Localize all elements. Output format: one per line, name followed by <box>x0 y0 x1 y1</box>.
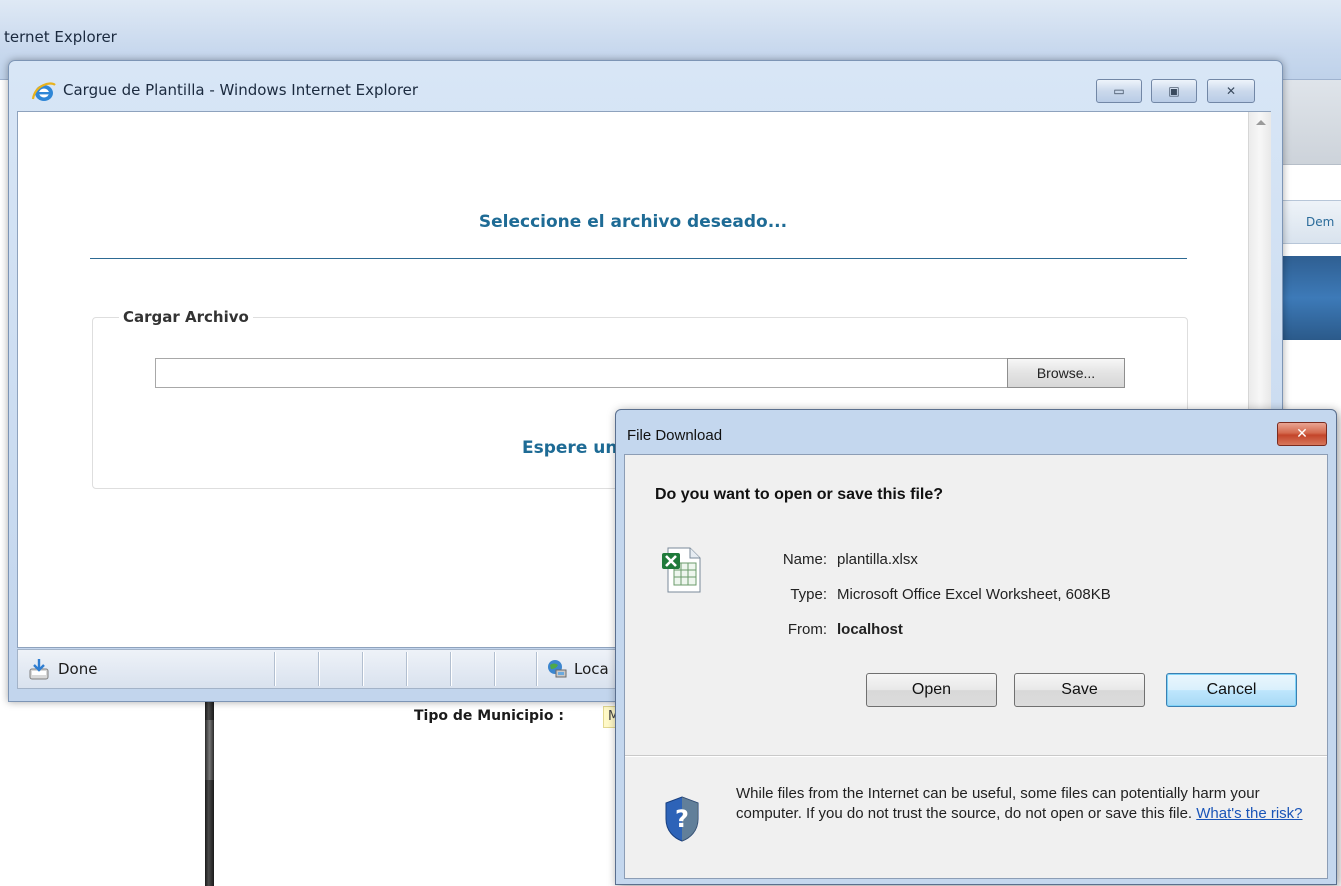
window-close-button[interactable]: ✕ <box>1207 79 1255 103</box>
file-type-label: Type: <box>790 586 827 603</box>
background-banner <box>1278 256 1341 340</box>
excel-file-icon <box>662 547 701 593</box>
tipo-municipio-label: Tipo de Municipio : <box>414 708 564 724</box>
close-icon: ✕ <box>1296 426 1308 442</box>
file-download-dialog: File Download ✕ Do you want to open or s… <box>615 409 1337 885</box>
internet-explorer-icon <box>31 82 56 101</box>
background-scroll-thumb[interactable] <box>205 720 214 780</box>
save-button[interactable]: Save <box>1014 673 1145 707</box>
background-header-band <box>1278 80 1341 165</box>
warning-message: While files from the Internet can be use… <box>736 784 1306 824</box>
status-separator <box>494 652 495 686</box>
page-heading: Seleccione el archivo deseado... <box>478 212 788 232</box>
minimize-button[interactable]: ▭ <box>1096 79 1142 103</box>
status-separator <box>318 652 319 686</box>
warning-text: While files from the Internet can be use… <box>736 785 1260 822</box>
maximize-button[interactable]: ▣ <box>1151 79 1197 103</box>
dialog-title: File Download <box>627 427 723 444</box>
close-icon: ✕ <box>1225 84 1237 98</box>
svg-text:?: ? <box>675 805 689 833</box>
dialog-close-button[interactable]: ✕ <box>1277 422 1327 446</box>
status-separator <box>362 652 363 686</box>
status-separator <box>450 652 451 686</box>
status-separator <box>406 652 407 686</box>
status-separator <box>274 652 275 686</box>
ie-window-title: Cargue de Plantilla - Windows Internet E… <box>63 81 419 99</box>
whats-the-risk-link[interactable]: What's the risk? <box>1196 805 1302 822</box>
file-source-value: localhost <box>837 621 903 638</box>
file-source-label: From: <box>787 621 827 638</box>
scroll-up-arrow-icon[interactable] <box>1256 120 1266 125</box>
dialog-body: Do you want to open or save this file? N… <box>624 454 1328 879</box>
file-path-input[interactable] <box>155 358 1008 388</box>
heading-divider <box>90 258 1187 259</box>
page-done-icon <box>29 659 49 680</box>
security-shield-icon: ? <box>665 796 699 842</box>
minimize-icon: ▭ <box>1113 84 1125 98</box>
file-name-label: Name: <box>782 551 827 568</box>
open-button[interactable]: Open <box>866 673 997 707</box>
local-intranet-icon[interactable] <box>546 658 568 680</box>
file-name-value: plantilla.xlsx <box>837 551 918 568</box>
dialog-divider <box>625 755 1327 756</box>
file-type-value: Microsoft Office Excel Worksheet, 608KB <box>837 586 1111 603</box>
background-scrollbar[interactable] <box>205 700 214 886</box>
maximize-icon: ▣ <box>1168 84 1180 98</box>
background-window-title: ternet Explorer <box>4 28 117 46</box>
background-tab-label: Dem <box>1306 215 1335 229</box>
dialog-question: Do you want to open or save this file? <box>655 486 944 503</box>
status-text: Done <box>58 660 98 678</box>
cancel-button[interactable]: Cancel <box>1166 673 1297 707</box>
status-separator <box>536 652 537 686</box>
browse-button[interactable]: Browse... <box>1007 358 1125 388</box>
upload-fieldset-legend: Cargar Archivo <box>119 308 253 326</box>
